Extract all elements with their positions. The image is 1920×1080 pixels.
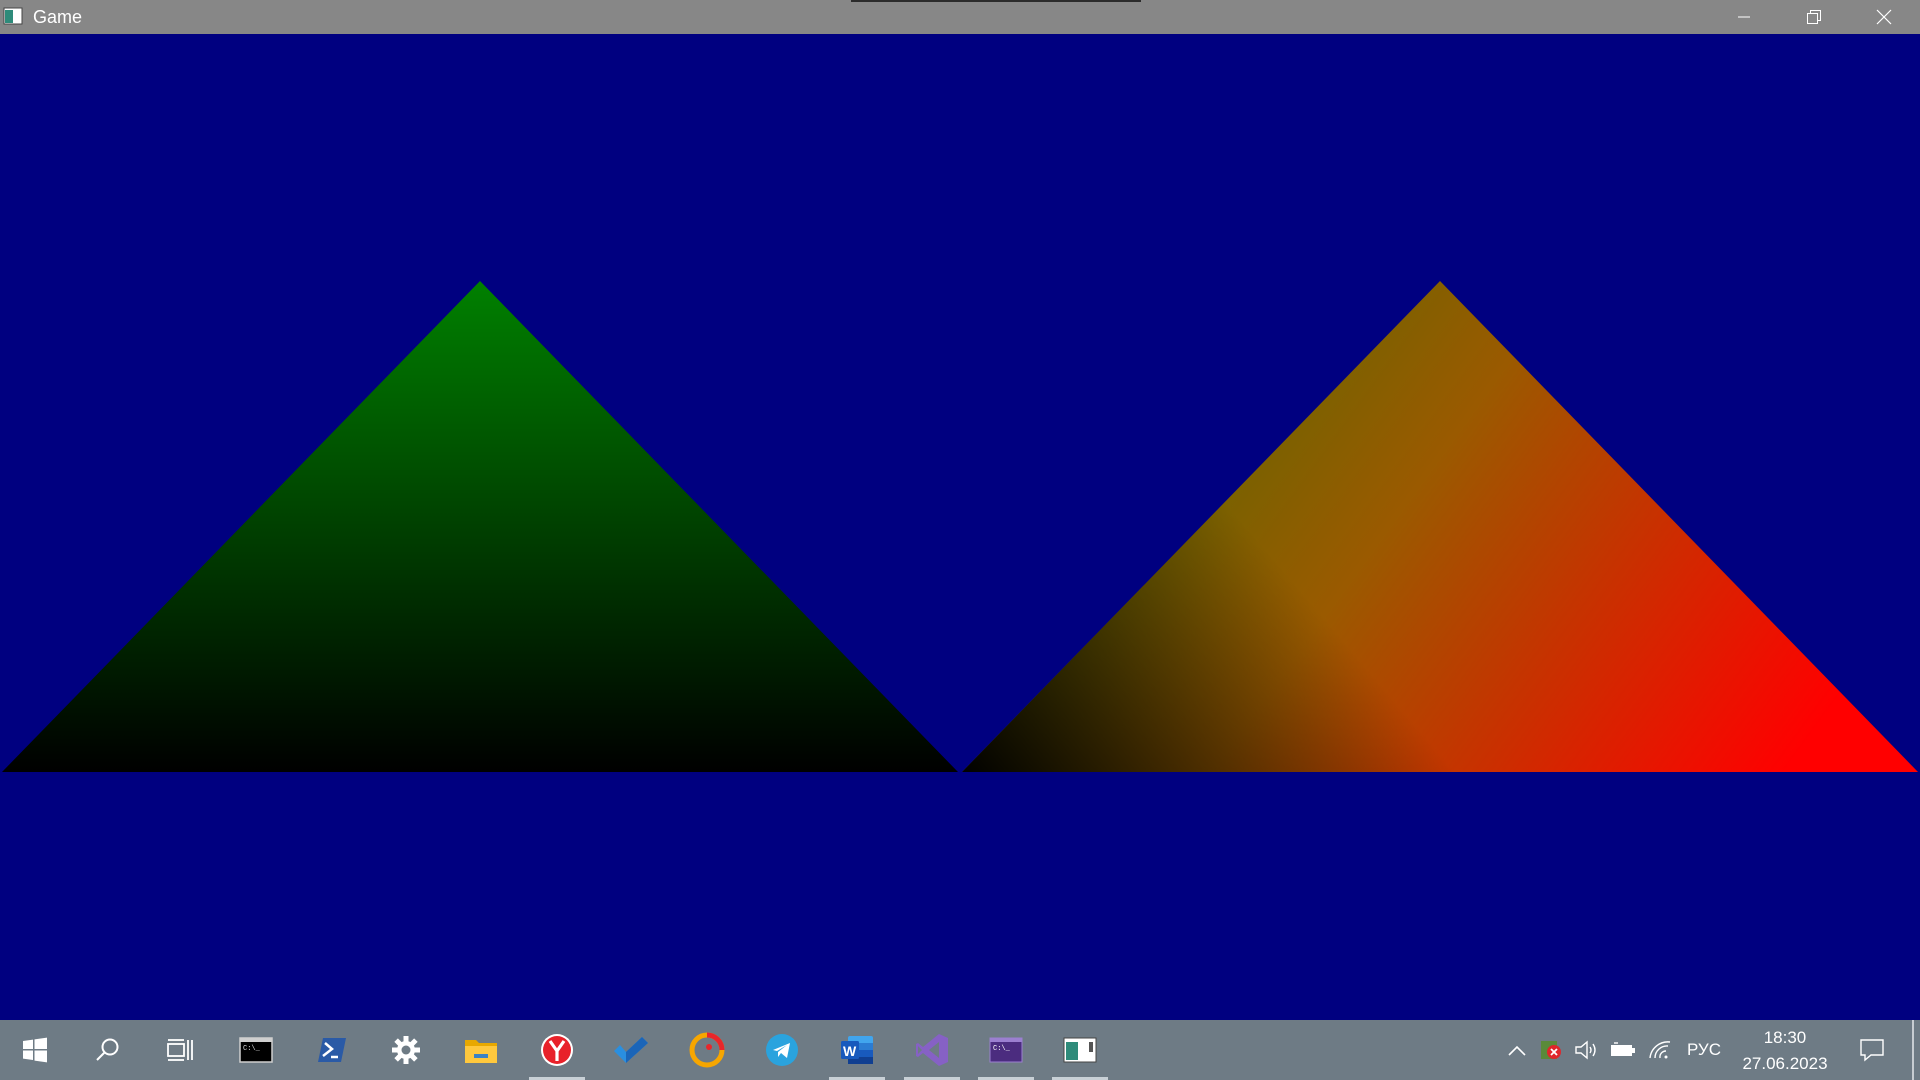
restore-icon bbox=[1807, 10, 1821, 24]
right-triangle bbox=[962, 281, 1918, 772]
taskbar-app-game[interactable] bbox=[1050, 1020, 1110, 1080]
game-window-icon bbox=[1063, 1037, 1097, 1063]
taskbar: C:\_ W C:\_ РУС 18:30 27.06.2023 bbox=[0, 1020, 1920, 1080]
cmd-icon: C:\_ bbox=[239, 1037, 273, 1063]
battery-icon bbox=[1611, 1042, 1635, 1056]
tray-antivirus[interactable] bbox=[1536, 1020, 1568, 1080]
svg-text:C:\_: C:\_ bbox=[993, 1045, 1011, 1053]
windows-logo-icon bbox=[23, 1037, 47, 1063]
taskbar-app-word[interactable]: W bbox=[827, 1020, 887, 1080]
window-titlebar[interactable]: Game bbox=[0, 0, 1920, 34]
svg-text:C:\_: C:\_ bbox=[243, 1045, 261, 1053]
visual-studio-icon bbox=[916, 1034, 948, 1066]
task-view-button[interactable] bbox=[150, 1020, 210, 1080]
language-indicator[interactable]: РУС bbox=[1682, 1020, 1726, 1080]
taskbar-app-visual-studio[interactable] bbox=[902, 1020, 962, 1080]
clock-date: 27.06.2023 bbox=[1742, 1054, 1828, 1073]
tray-battery[interactable] bbox=[1608, 1020, 1638, 1080]
tray-network[interactable] bbox=[1645, 1020, 1675, 1080]
show-hidden-icons-button[interactable] bbox=[1502, 1020, 1532, 1080]
minimize-icon bbox=[1738, 16, 1750, 18]
close-icon bbox=[1876, 9, 1892, 25]
console-icon: C:\_ bbox=[989, 1037, 1023, 1063]
taskbar-app-settings[interactable] bbox=[376, 1020, 436, 1080]
search-button[interactable] bbox=[78, 1020, 138, 1080]
task-view-icon bbox=[167, 1039, 193, 1061]
yandex-browser-icon bbox=[541, 1034, 573, 1066]
taskbar-app-microsoft-todo[interactable] bbox=[601, 1020, 661, 1080]
drag-indicator bbox=[851, 0, 1141, 2]
window-title: Game bbox=[33, 6, 83, 27]
taskbar-app-yandex-browser[interactable] bbox=[527, 1020, 587, 1080]
svg-text:W: W bbox=[843, 1043, 857, 1059]
close-button[interactable] bbox=[1849, 0, 1919, 34]
powershell-icon bbox=[318, 1038, 346, 1062]
notification-center-button[interactable] bbox=[1852, 1020, 1892, 1080]
clock-time: 18:30 bbox=[1763, 1028, 1807, 1047]
telegram-icon bbox=[766, 1034, 798, 1066]
search-icon bbox=[96, 1038, 119, 1061]
taskbar-app-powershell[interactable] bbox=[302, 1020, 362, 1080]
taskbar-app-debug-console[interactable]: C:\_ bbox=[976, 1020, 1036, 1080]
checkmark-icon bbox=[614, 1037, 648, 1063]
alice-icon bbox=[689, 1032, 725, 1068]
taskbar-app-telegram[interactable] bbox=[752, 1020, 812, 1080]
taskbar-app-command-prompt[interactable]: C:\_ bbox=[226, 1020, 286, 1080]
folder-icon bbox=[465, 1040, 497, 1063]
word-icon: W bbox=[841, 1036, 873, 1064]
volume-icon bbox=[1575, 1040, 1596, 1060]
notification-icon bbox=[1860, 1039, 1884, 1062]
left-triangle bbox=[2, 281, 958, 772]
maximize-button[interactable] bbox=[1779, 0, 1849, 34]
antivirus-error-icon bbox=[1541, 1041, 1561, 1059]
gear-icon bbox=[392, 1036, 420, 1064]
taskbar-app-file-explorer[interactable] bbox=[451, 1020, 511, 1080]
tray-volume[interactable] bbox=[1572, 1020, 1602, 1080]
chevron-up-icon bbox=[1508, 1045, 1526, 1056]
app-icon bbox=[3, 7, 25, 27]
clock[interactable]: 18:30 27.06.2023 bbox=[1730, 1020, 1840, 1080]
start-button[interactable] bbox=[5, 1020, 65, 1080]
game-canvas[interactable] bbox=[0, 34, 1920, 1020]
wifi-icon bbox=[1649, 1041, 1671, 1059]
minimize-button[interactable] bbox=[1709, 0, 1779, 34]
taskbar-app-alice[interactable] bbox=[677, 1020, 737, 1080]
show-desktop-button[interactable] bbox=[1912, 1020, 1914, 1080]
